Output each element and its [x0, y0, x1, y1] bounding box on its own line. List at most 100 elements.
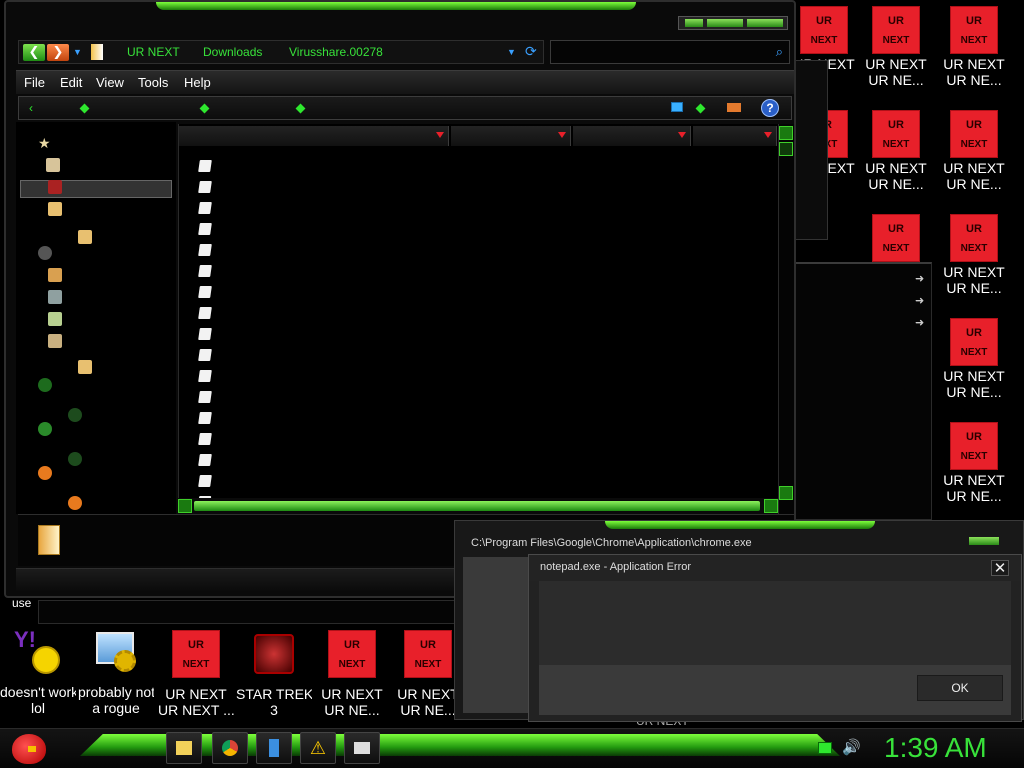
desktop-icon-probably-not-a-rogue[interactable]: probably not a rogue: [78, 630, 154, 716]
drive-icon[interactable]: [48, 312, 62, 326]
help-icon[interactable]: ?: [761, 99, 779, 117]
drive-icon[interactable]: [48, 334, 62, 348]
submenu-arrow-icon[interactable]: ➜: [915, 318, 925, 329]
desktop-icon-ur-next[interactable]: UR NEXT UR NEXT UR NE...: [936, 318, 1012, 400]
navigation-pane[interactable]: ★: [16, 122, 176, 514]
desktop-icon-star-trek[interactable]: STAR TREK 3: [236, 630, 312, 718]
command-include[interactable]: [199, 103, 210, 114]
column-header-date[interactable]: [451, 126, 571, 146]
preview-pane-icon[interactable]: [727, 103, 741, 112]
vertical-scrollbar[interactable]: [778, 124, 794, 514]
address-bar[interactable]: ❮ ❯ ▼ UR NEXT Downloads Virusshare.00278…: [18, 40, 544, 64]
breadcrumb-downloads[interactable]: Downloads: [203, 45, 262, 59]
scroll-track-top[interactable]: [779, 142, 793, 156]
network-icon[interactable]: [68, 452, 82, 466]
start-button[interactable]: [8, 728, 50, 768]
desktop-icon-ur-next[interactable]: UR NEXT UR NEXT UR NE...: [314, 630, 390, 718]
taskbar-app-button[interactable]: [344, 732, 380, 764]
ok-button[interactable]: OK: [917, 675, 1003, 701]
breadcrumb-ur-next[interactable]: UR NEXT: [127, 45, 180, 59]
column-header-type[interactable]: [573, 126, 691, 146]
lightning-icon[interactable]: [68, 496, 82, 510]
recent-pages-dropdown-icon[interactable]: ▼: [73, 47, 82, 57]
file-icon[interactable]: [198, 370, 212, 382]
file-icon[interactable]: [198, 412, 212, 424]
file-icon[interactable]: [198, 475, 212, 487]
network-icon[interactable]: [38, 378, 52, 392]
file-icon[interactable]: [198, 223, 212, 235]
scroll-left-button[interactable]: [178, 499, 192, 513]
taskbar-error-button[interactable]: ⚠: [300, 732, 336, 764]
folder-icon[interactable]: [48, 202, 62, 216]
desktop-icon-ur-next[interactable]: UR NEXT UR NEXT UR NE...: [858, 110, 934, 192]
forward-button[interactable]: ❯: [47, 44, 69, 61]
lightning-icon[interactable]: [38, 466, 52, 480]
folder-icon[interactable]: [48, 268, 62, 282]
command-organize[interactable]: [79, 103, 90, 114]
file-list-pane[interactable]: [178, 124, 792, 514]
menu-edit[interactable]: Edit: [60, 75, 82, 90]
computer-icon[interactable]: [48, 290, 62, 304]
file-icon[interactable]: [198, 181, 212, 193]
taskbar-chrome-button[interactable]: [212, 732, 248, 764]
desktop-icon-ur-next[interactable]: UR NEXT: [858, 214, 934, 264]
scroll-right-button[interactable]: [764, 499, 778, 513]
volume-tray-icon[interactable]: 🔊: [842, 738, 861, 756]
network-tray-icon[interactable]: [818, 742, 832, 754]
refresh-icon[interactable]: ⟳: [525, 43, 537, 60]
selected-nav-item[interactable]: [20, 180, 172, 198]
close-icon[interactable]: ✕: [991, 560, 1009, 576]
file-icon[interactable]: [198, 160, 212, 172]
desktop-icon-ur-next[interactable]: UR NEXT UR NEXT UR NEXT ...: [158, 630, 234, 718]
folder-icon[interactable]: [46, 158, 60, 172]
scroll-thumb[interactable]: [194, 501, 760, 511]
menu-tools[interactable]: Tools: [138, 75, 168, 90]
network-icon[interactable]: [38, 422, 52, 436]
address-dropdown-icon[interactable]: ▼: [507, 47, 516, 57]
desktop-icon-ur-next[interactable]: UR NEXT UR NEXT UR NE...: [936, 6, 1012, 88]
file-icon[interactable]: [198, 391, 212, 403]
file-icon[interactable]: [198, 328, 212, 340]
column-header-size[interactable]: [693, 126, 777, 146]
file-icon[interactable]: [198, 265, 212, 277]
taskbar-clock[interactable]: 1:39 AM: [884, 732, 987, 764]
command-new-folder[interactable]: [695, 103, 706, 114]
file-icon[interactable]: [198, 433, 212, 445]
folder-icon[interactable]: [78, 230, 92, 244]
taskbar-notepad-button[interactable]: [256, 732, 292, 764]
search-input[interactable]: ⌕: [550, 40, 790, 64]
menu-file[interactable]: File: [24, 75, 45, 90]
back-button[interactable]: ❮: [23, 44, 45, 61]
scroll-up-button[interactable]: [779, 126, 793, 140]
minimize-button[interactable]: [685, 19, 703, 27]
network-icon[interactable]: [68, 408, 82, 422]
command-share[interactable]: [295, 103, 306, 114]
menu-help[interactable]: Help: [184, 75, 211, 90]
menu-view[interactable]: View: [96, 75, 124, 90]
homegroup-icon[interactable]: [38, 246, 52, 260]
file-icon[interactable]: [198, 286, 212, 298]
desktop-icon-ur-next[interactable]: UR NEXT UR NEXT UR NE...: [858, 6, 934, 88]
column-header-name[interactable]: [179, 126, 449, 146]
close-button[interactable]: [969, 537, 999, 545]
file-icon[interactable]: [198, 307, 212, 319]
favorites-star-icon[interactable]: ★: [38, 136, 52, 150]
file-icon[interactable]: [198, 349, 212, 361]
submenu-arrow-icon[interactable]: ➜: [915, 296, 925, 307]
view-icon[interactable]: [671, 102, 683, 112]
desktop-icon-ur-next[interactable]: UR NEXT UR NEXT UR NE...: [936, 214, 1012, 296]
maximize-button[interactable]: [707, 19, 743, 27]
search-icon[interactable]: ⌕: [776, 44, 783, 60]
file-icon[interactable]: [198, 454, 212, 466]
desktop-icon-ur-next[interactable]: UR NEXT UR NEXT UR NE...: [936, 110, 1012, 192]
scroll-down-button[interactable]: [779, 486, 793, 500]
desktop-icon-ur-next[interactable]: UR NEXT UR NEXT UR NE...: [936, 422, 1012, 504]
folder-icon[interactable]: [78, 360, 92, 374]
submenu-arrow-icon[interactable]: ➜: [915, 274, 925, 285]
close-button[interactable]: [747, 19, 783, 27]
file-icon[interactable]: [198, 244, 212, 256]
folder-icon[interactable]: [48, 180, 62, 194]
desktop-icon-yahoo[interactable]: Y! doesn't work lol: [0, 629, 76, 717]
chevron-left-icon[interactable]: ‹: [29, 101, 33, 115]
taskbar-explorer-button[interactable]: [166, 732, 202, 764]
